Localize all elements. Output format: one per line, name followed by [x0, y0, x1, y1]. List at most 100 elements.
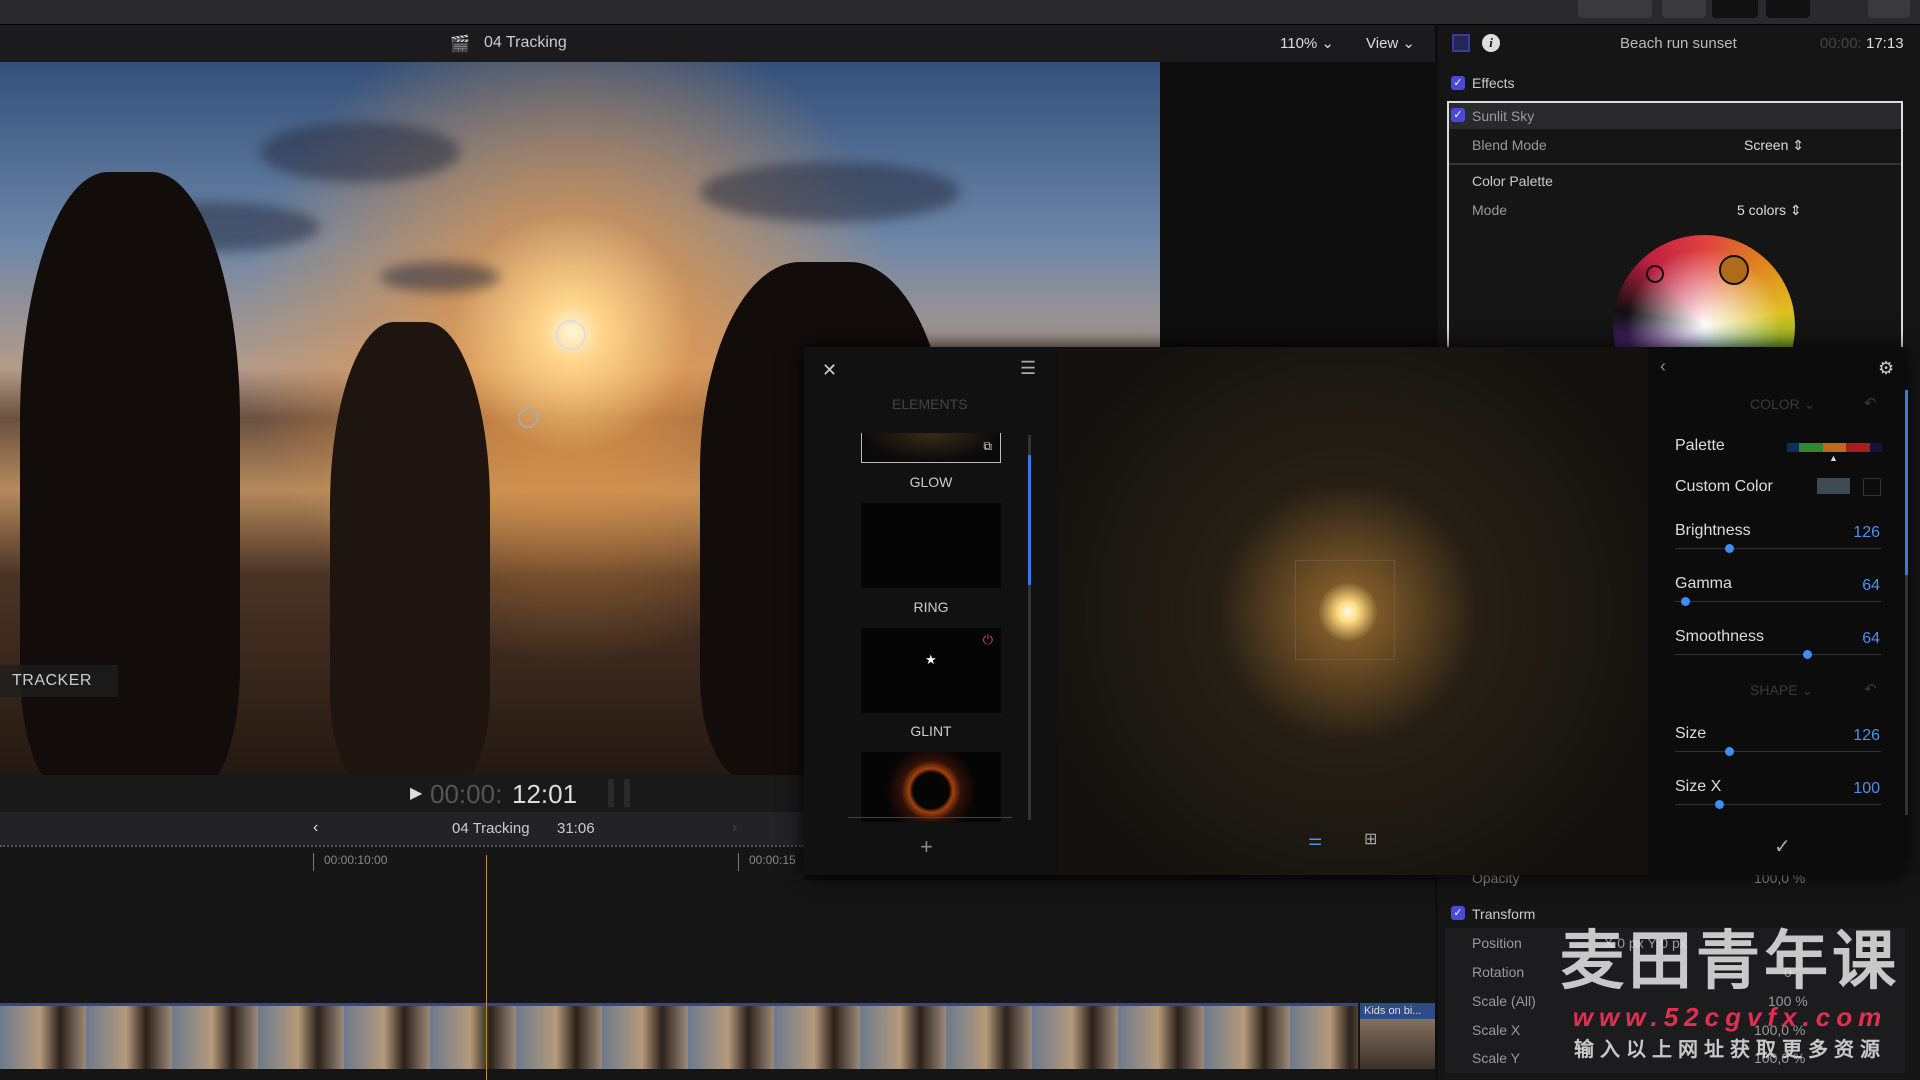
color-section-header[interactable]: COLOR ⌄	[1750, 396, 1815, 413]
mode-value: 5 colors	[1737, 202, 1787, 218]
slider-value[interactable]: 126	[1853, 524, 1880, 542]
slider-knob[interactable]	[1715, 800, 1724, 809]
tracker-point-large[interactable]	[556, 320, 586, 350]
palette-bar[interactable]	[1787, 443, 1882, 452]
tracker-point-small[interactable]	[518, 408, 538, 428]
info-icon[interactable]: i	[1482, 34, 1500, 52]
effects-checkbox[interactable]: ✓	[1451, 76, 1465, 90]
element-thumb-ring-2[interactable]	[861, 752, 1001, 822]
back-chevron-icon[interactable]: ‹	[1660, 356, 1666, 377]
back-chevron-icon[interactable]: ‹	[313, 819, 318, 837]
color-section-label: COLOR	[1750, 396, 1800, 412]
slider-value[interactable]: 100	[1853, 780, 1880, 798]
color-palette-label: Color Palette	[1472, 173, 1553, 189]
slider-track[interactable]	[1675, 650, 1881, 659]
browser-toggle-button[interactable]	[1662, 0, 1706, 18]
element-thumb-glow[interactable]: ⧉	[861, 433, 1001, 463]
palette-swatch[interactable]	[1798, 443, 1823, 452]
slider-track[interactable]	[1675, 597, 1881, 606]
film-icon[interactable]	[1452, 34, 1470, 52]
rotation-value[interactable]: 0 °	[1784, 964, 1801, 980]
viewer-title: 04 Tracking	[484, 34, 567, 51]
menu-icon[interactable]: ☰	[1020, 358, 1036, 379]
element-thumb-glint[interactable]: ★ ⏻	[861, 628, 1001, 713]
scale-y-label: Scale Y	[1472, 1050, 1520, 1066]
slider-track[interactable]	[1675, 544, 1881, 553]
slider-knob[interactable]	[1681, 597, 1690, 606]
position-value[interactable]: X 0 px Y 0 px	[1604, 935, 1687, 951]
flare-preview[interactable]: ⚌ ⊞	[1058, 347, 1648, 875]
shape-section-header[interactable]: SHAPE ⌄	[1750, 682, 1813, 699]
wheel-handle[interactable]	[1719, 255, 1749, 285]
timeline-ruler[interactable]: 00:00:10:00 00:00:15	[0, 845, 804, 880]
slider-label: Gamma	[1675, 575, 1732, 592]
wheel-handle[interactable]	[1646, 265, 1664, 283]
divider	[848, 817, 1012, 818]
palette-swatch[interactable]	[1787, 443, 1799, 452]
power-icon[interactable]: ⏻	[983, 632, 993, 648]
import-button[interactable]	[1578, 0, 1652, 18]
slider-value[interactable]: 64	[1862, 630, 1880, 648]
forward-chevron-icon[interactable]: ›	[732, 819, 737, 837]
slider-knob[interactable]	[1725, 544, 1734, 553]
top-toolbar	[0, 0, 1920, 25]
slider-value[interactable]: 64	[1862, 577, 1880, 595]
effect-checkbox[interactable]: ✓	[1451, 108, 1465, 122]
zoom-dropdown[interactable]: 110% ⌄	[1280, 34, 1334, 52]
palette-swatch[interactable]	[1822, 443, 1847, 452]
sliders-view-icon[interactable]: ⚌	[1308, 830, 1322, 850]
scale-x-value[interactable]: 100,0 %	[1754, 1022, 1805, 1038]
star-icon: ★	[925, 652, 937, 667]
elements-scrollbar[interactable]	[1028, 435, 1031, 820]
palette-marker-icon[interactable]: ▲	[1829, 453, 1838, 463]
element-label-glint[interactable]: GLINT	[861, 723, 1001, 739]
slider-value[interactable]: 126	[1853, 727, 1880, 745]
timeline-toggle-button[interactable]	[1712, 0, 1758, 18]
view-dropdown[interactable]: View ⌄	[1366, 34, 1415, 52]
add-element-button[interactable]: +	[920, 834, 933, 860]
ruler-tick: 00:00:10:00	[313, 853, 387, 871]
palette-swatch[interactable]	[1846, 443, 1871, 452]
clip-name: Kids on bi...	[1364, 1005, 1422, 1017]
blend-mode-select[interactable]: Screen ⇕	[1744, 137, 1804, 154]
flare-bounding-box[interactable]	[1295, 560, 1395, 660]
element-label-glow[interactable]: GLOW	[861, 474, 1001, 490]
slider-track[interactable]	[1675, 747, 1881, 756]
scale-all-value[interactable]: 100 %	[1768, 993, 1808, 1009]
timeline-clip-beach-run[interactable]	[0, 1003, 1358, 1069]
effects-label: Effects	[1472, 75, 1515, 91]
slider-knob[interactable]	[1803, 650, 1812, 659]
settings-gear-icon[interactable]: ⚙	[1878, 358, 1894, 379]
transform-checkbox[interactable]: ✓	[1451, 906, 1465, 920]
timeline-clip-kids[interactable]: Kids on bi...	[1360, 1003, 1435, 1069]
palette-swatch[interactable]	[1870, 443, 1882, 452]
custom-color-swatch[interactable]	[1817, 478, 1850, 494]
slider-knob[interactable]	[1725, 747, 1734, 756]
inspector-timecode: 17:13	[1866, 35, 1904, 52]
timecode: 12:01	[512, 779, 578, 809]
mode-select[interactable]: 5 colors ⇕	[1737, 202, 1802, 219]
slider-track[interactable]	[1675, 800, 1881, 809]
custom-color-toggle[interactable]	[1863, 478, 1881, 496]
close-icon[interactable]: ✕	[822, 360, 837, 381]
undo-color-icon[interactable]: ↶	[1864, 394, 1877, 412]
scale-y-value[interactable]: 100,0 %	[1754, 1050, 1805, 1066]
element-thumb-ring[interactable]	[861, 503, 1001, 588]
zoom-value: 110%	[1280, 35, 1318, 52]
inspector-toggle-button[interactable]	[1766, 0, 1810, 18]
duplicate-icon[interactable]: ⧉	[983, 439, 992, 454]
timecode-dim: 00:00:	[430, 779, 503, 809]
grid-view-icon[interactable]: ⊞	[1364, 829, 1377, 849]
playback-bar: ▶ 00:00: 12:01	[0, 775, 804, 812]
blend-mode-value: Screen	[1744, 137, 1789, 153]
element-label-ring[interactable]: RING	[861, 599, 1001, 615]
scale-x-label: Scale X	[1472, 1022, 1521, 1038]
play-button[interactable]: ▶	[410, 783, 422, 803]
confirm-checkmark-icon[interactable]: ✓	[1774, 834, 1791, 859]
viewer-header: 🎬 04 Tracking 110% ⌄ View ⌄	[0, 25, 1435, 62]
undo-shape-icon[interactable]: ↶	[1864, 680, 1877, 698]
params-scrollbar[interactable]	[1905, 390, 1908, 815]
share-button[interactable]	[1868, 0, 1910, 18]
playhead[interactable]	[486, 855, 487, 1080]
shape-section-label: SHAPE	[1750, 682, 1798, 698]
